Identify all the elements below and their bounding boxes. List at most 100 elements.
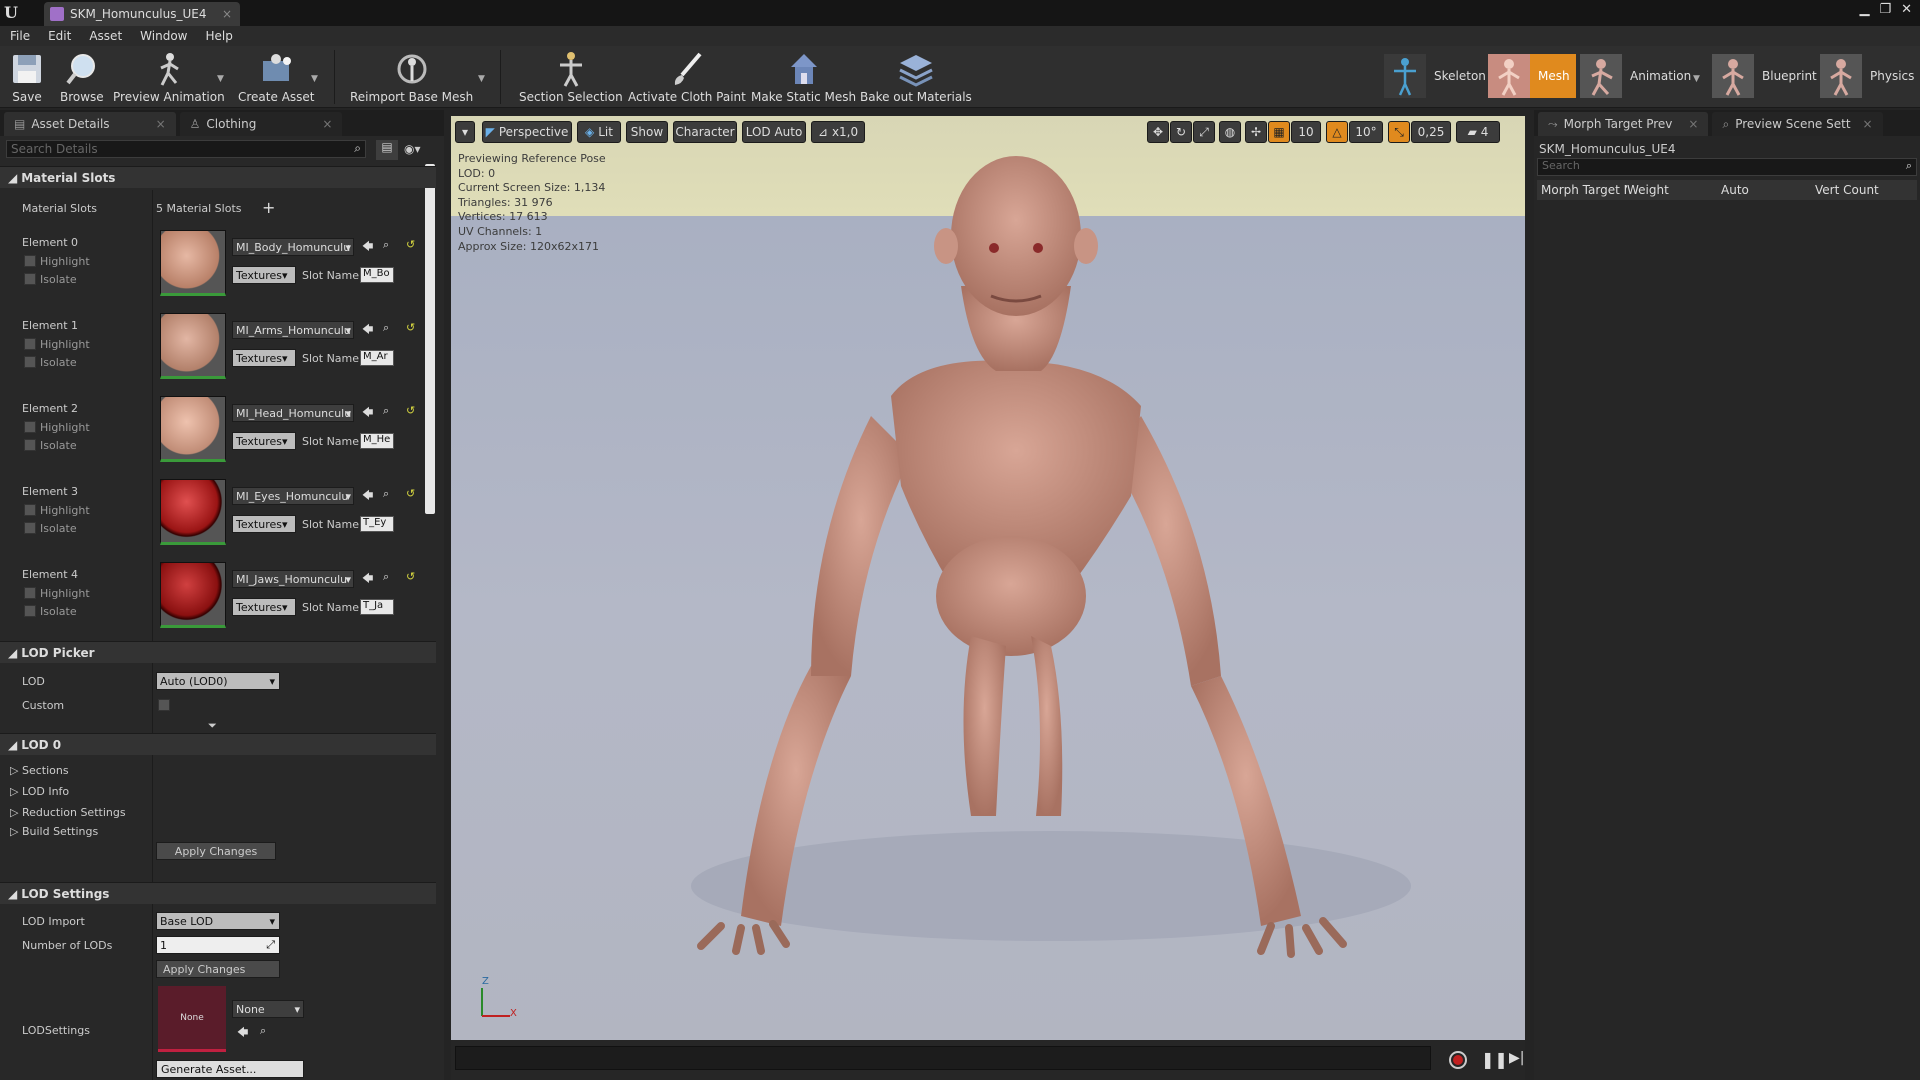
lod-settings-thumbnail[interactable]: None <box>158 986 226 1052</box>
show-button[interactable]: Show <box>626 121 668 143</box>
col-weight[interactable]: Weight <box>1627 183 1721 197</box>
lod0-header[interactable]: ◢ LOD 0 <box>0 733 436 755</box>
menu-window[interactable]: Window <box>140 29 187 43</box>
rotation-snap-value[interactable]: 10° <box>1349 121 1383 143</box>
translate-icon[interactable]: ✥ <box>1147 121 1169 143</box>
lit-button[interactable]: ◈ Lit <box>577 121 621 143</box>
tab-preview-scene-settings[interactable]: ⌕ Preview Scene Sett × <box>1712 112 1883 136</box>
minimize-icon[interactable]: ▁ <box>1859 2 1869 17</box>
reset-icon[interactable]: ↺ <box>406 238 415 251</box>
highlight-checkbox[interactable] <box>24 587 36 599</box>
mode-animation[interactable]: Animation <box>1580 54 1691 98</box>
scale-snap-value[interactable]: 0,25 <box>1411 121 1451 143</box>
reset-icon[interactable]: ↺ <box>406 321 415 334</box>
reset-icon[interactable]: ↺ <box>406 487 415 500</box>
grid-snap-value[interactable]: 10 <box>1291 121 1321 143</box>
isolate-checkbox[interactable] <box>24 273 36 285</box>
highlight-checkbox[interactable] <box>24 338 36 350</box>
perspective-button[interactable]: ◤ Perspective <box>482 121 572 143</box>
browse-search-icon[interactable]: ⌕ <box>383 238 389 252</box>
highlight-checkbox[interactable] <box>24 421 36 433</box>
viewport-options-dropdown[interactable]: ▾ <box>455 121 475 143</box>
tab-morph-target-preview[interactable]: ⤳ Morph Target Prev × <box>1538 112 1709 136</box>
details-search-input[interactable]: Search Details ⌕ <box>6 140 366 158</box>
close-tab-icon[interactable]: × <box>222 7 232 21</box>
add-slot-icon[interactable]: + <box>262 198 275 217</box>
tab-clothing[interactable]: ♙ Clothing × <box>179 112 343 136</box>
camera-speed-button[interactable]: ▰ 4 <box>1456 121 1500 143</box>
isolate-checkbox[interactable] <box>24 605 36 617</box>
slot-name-input[interactable]: M_Bo <box>360 267 394 283</box>
number-of-lods-input[interactable]: 1 ⤢ <box>156 936 280 954</box>
use-selected-arrow-icon[interactable]: 🡄 <box>362 487 373 506</box>
browse-search-icon[interactable]: ⌕ <box>383 404 389 418</box>
pause-icon[interactable]: ❚❚ <box>1481 1050 1508 1069</box>
close-window-icon[interactable]: ✕ <box>1901 2 1912 17</box>
slot-name-input[interactable]: M_He <box>360 433 394 449</box>
close-tab-icon[interactable]: × <box>1688 117 1698 131</box>
close-tab-icon[interactable]: × <box>322 117 332 131</box>
textures-dropdown[interactable]: Textures ▾ <box>232 515 296 533</box>
material-combo[interactable]: MI_Eyes_Homunculu ▾ <box>232 487 354 505</box>
details-scrollbar[interactable] <box>425 164 435 514</box>
scale-icon[interactable]: ⤢ <box>1193 121 1215 143</box>
world-local-icon[interactable]: ◍ <box>1219 121 1241 143</box>
mode-skeleton[interactable]: Skeleton <box>1384 54 1486 98</box>
lod-auto-button[interactable]: LOD Auto <box>742 121 806 143</box>
animation-mode-dropdown-icon[interactable]: ▼ <box>1693 74 1700 84</box>
material-combo[interactable]: MI_Head_Homunculu ▾ <box>232 404 354 422</box>
record-icon[interactable] <box>1449 1051 1467 1069</box>
create-asset-dropdown-icon[interactable]: ▼ <box>311 74 318 84</box>
use-selected-arrow-icon[interactable]: 🡄 <box>237 1024 248 1043</box>
view-options-icon[interactable]: ▤ <box>376 140 398 160</box>
character-button[interactable]: Character <box>673 121 737 143</box>
close-tab-icon[interactable]: × <box>1863 117 1873 131</box>
material-thumbnail[interactable] <box>160 562 226 628</box>
textures-dropdown[interactable]: Textures ▾ <box>232 432 296 450</box>
lod-settings-combo[interactable]: None ▾ <box>232 1000 304 1018</box>
step-forward-icon[interactable]: ▶| <box>1509 1050 1524 1066</box>
material-thumbnail[interactable] <box>160 396 226 462</box>
custom-checkbox[interactable] <box>158 699 170 711</box>
reduction-settings-item[interactable]: ▷ Reduction Settings <box>10 806 126 819</box>
isolate-checkbox[interactable] <box>24 522 36 534</box>
lod-info-item[interactable]: ▷ LOD Info <box>10 785 69 798</box>
close-tab-icon[interactable]: × <box>156 117 166 131</box>
isolate-checkbox[interactable] <box>24 439 36 451</box>
reset-icon[interactable]: ↺ <box>406 404 415 417</box>
reimport-base-mesh-button[interactable]: Reimport Base Mesh <box>350 50 473 104</box>
mode-blueprint[interactable]: Blueprint <box>1712 54 1817 98</box>
save-button[interactable]: Save <box>8 50 46 104</box>
isolate-checkbox[interactable] <box>24 356 36 368</box>
menu-help[interactable]: Help <box>205 29 232 43</box>
apply-changes-button[interactable]: Apply Changes <box>156 842 276 860</box>
material-combo[interactable]: MI_Body_Homunculu ▾ <box>232 238 354 256</box>
material-thumbnail[interactable] <box>160 230 226 296</box>
browse-search-icon[interactable]: ⌕ <box>383 570 389 584</box>
3d-viewport[interactable] <box>451 116 1525 1040</box>
lod-picker-header[interactable]: ◢ LOD Picker <box>0 641 436 663</box>
rotation-snap-icon[interactable]: △ <box>1326 121 1348 143</box>
slot-name-input[interactable]: T_Ja <box>360 599 394 615</box>
material-thumbnail[interactable] <box>160 479 226 545</box>
build-settings-item[interactable]: ▷ Build Settings <box>10 825 98 838</box>
bake-out-materials-button[interactable]: Bake out Materials <box>860 50 972 104</box>
slot-name-input[interactable]: T_Ey <box>360 516 394 532</box>
material-slots-header[interactable]: ◢ Material Slots <box>0 166 436 188</box>
material-thumbnail[interactable] <box>160 313 226 379</box>
textures-dropdown[interactable]: Textures ▾ <box>232 266 296 284</box>
browse-button[interactable]: Browse <box>60 50 104 104</box>
reset-icon[interactable]: ↺ <box>406 570 415 583</box>
col-auto[interactable]: Auto <box>1721 183 1815 197</box>
surface-snap-icon[interactable]: ✢ <box>1245 121 1267 143</box>
apply-changes-button[interactable]: Apply Changes <box>156 960 280 978</box>
expand-arrow-icon[interactable]: ⏷ <box>208 719 217 733</box>
generate-asset-button[interactable]: Generate Asset... <box>156 1060 304 1078</box>
use-selected-arrow-icon[interactable]: 🡄 <box>362 404 373 423</box>
textures-dropdown[interactable]: Textures ▾ <box>232 349 296 367</box>
scale-snap-icon[interactable]: ⤡ <box>1388 121 1410 143</box>
rotate-icon[interactable]: ↻ <box>1170 121 1192 143</box>
col-vert-count[interactable]: Vert Count <box>1815 183 1911 197</box>
browse-search-icon[interactable]: ⌕ <box>260 1024 266 1038</box>
timeline-scrubber[interactable] <box>455 1046 1431 1070</box>
